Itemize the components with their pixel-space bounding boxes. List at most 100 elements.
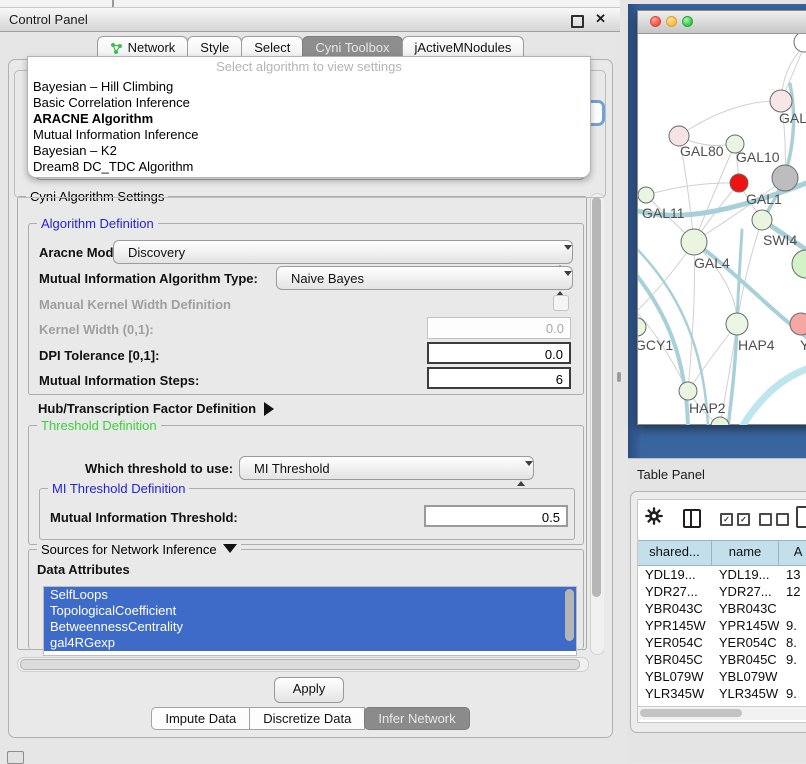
close-traffic-light-icon[interactable] xyxy=(650,16,661,27)
algorithm-option[interactable]: Mutual Information Inference xyxy=(28,127,590,143)
network-node[interactable] xyxy=(681,229,707,255)
algorithm-option[interactable]: Dream8 DC_TDC Algorithm xyxy=(28,159,590,175)
table-cell: YLR345W xyxy=(712,685,779,702)
mi-algorithm-type-value: Naive Bayes xyxy=(291,271,364,286)
node-label: Y xyxy=(800,337,806,353)
network-tab-icon xyxy=(110,42,123,55)
network-node[interactable] xyxy=(772,165,798,191)
network-node[interactable] xyxy=(638,187,654,203)
table-row[interactable]: YBR045CYBR045C9. xyxy=(638,651,806,668)
control-panel-titlebar: Control Panel ✕ xyxy=(0,8,620,32)
column-header[interactable]: A xyxy=(779,541,806,565)
table-row[interactable]: YDR27...YDR27...12 xyxy=(638,583,806,600)
attribute-item[interactable]: BetweennessCentrality xyxy=(44,619,576,635)
attribute-item[interactable]: gal4RGexp xyxy=(44,635,576,651)
table-horizontal-scrollbar[interactable] xyxy=(638,706,806,720)
bottom-tab-discretize-data[interactable]: Discretize Data xyxy=(249,707,365,730)
table-row[interactable]: YBR043CYBR043C xyxy=(638,600,806,617)
column-header[interactable]: shared... xyxy=(638,541,712,565)
network-node[interactable] xyxy=(770,90,792,112)
split-divider-notch[interactable] xyxy=(112,0,114,7)
mi-steps-input[interactable]: 6 xyxy=(427,367,571,389)
table-row[interactable]: YBL079WYBL079W xyxy=(638,668,806,685)
settings-horizontal-scrollbar[interactable] xyxy=(17,657,589,672)
table-cell: 9 xyxy=(779,702,806,704)
network-node[interactable] xyxy=(726,313,748,335)
select-all-checkboxes-icon[interactable]: ✓✓ xyxy=(720,513,750,526)
algorithm-option[interactable]: Basic Correlation Inference xyxy=(28,95,590,111)
network-view-window: GALGAL80GAL10GAL1GAL11SWI4GAL4GCY1HAP4YH… xyxy=(637,10,806,425)
network-node[interactable] xyxy=(752,210,772,230)
mi-threshold-group: MI Threshold Definition Mutual Informati… xyxy=(39,488,575,540)
table-row[interactable]: YPR145WYPR145W9. xyxy=(638,617,806,634)
attribute-item[interactable]: SelfLoops xyxy=(44,587,576,603)
threshold-definition-group: Threshold Definition Which threshold to … xyxy=(28,425,584,545)
mi-threshold-input[interactable]: 0.5 xyxy=(424,505,568,527)
splitpane-handle[interactable] xyxy=(617,372,621,382)
which-threshold-combobox[interactable]: MI Threshold xyxy=(239,456,534,480)
sources-title[interactable]: Sources for Network Inference xyxy=(37,542,241,557)
algorithm-option[interactable]: Bayesian – K2 xyxy=(28,143,590,159)
bottom-tab-infer-network[interactable]: Infer Network xyxy=(364,707,469,730)
table-cell: YBR043C xyxy=(712,600,779,617)
minimized-panel-icon[interactable] xyxy=(7,751,24,764)
mi-threshold-label: Mutual Information Threshold: xyxy=(50,510,238,525)
network-canvas[interactable]: GALGAL80GAL10GAL1GAL11SWI4GAL4GCY1HAP4YH… xyxy=(638,34,806,425)
network-node[interactable] xyxy=(730,174,748,192)
table-row[interactable]: YLR345WYLR345W9. xyxy=(638,685,806,702)
mi-algorithm-type-combobox[interactable]: Naive Bayes xyxy=(276,266,573,290)
scrollbar-thumb[interactable] xyxy=(20,659,580,670)
scrollbar-thumb[interactable] xyxy=(640,709,742,717)
node-label: HAP4 xyxy=(738,337,775,353)
table-cell: YDL19... xyxy=(712,566,779,583)
minimize-traffic-light-icon[interactable] xyxy=(666,16,677,27)
apply-button[interactable]: Apply xyxy=(274,677,344,703)
float-window-icon[interactable] xyxy=(571,15,584,28)
algorithm-option[interactable]: Bayesian – Hill Climbing xyxy=(28,79,590,95)
table-cell: 9. xyxy=(779,617,806,634)
table-row[interactable]: YJL052CYJL052C9 xyxy=(638,702,806,704)
settings-vertical-scrollbar[interactable] xyxy=(590,193,604,655)
dpi-tolerance-input[interactable]: 0.0 xyxy=(427,342,571,364)
manual-kernel-width-checkbox[interactable] xyxy=(553,295,569,311)
network-node[interactable] xyxy=(794,34,806,52)
network-node[interactable] xyxy=(790,313,806,335)
document-icon[interactable] xyxy=(796,506,806,528)
content-frame: galFiltered.sif default node Select algo… xyxy=(8,59,613,738)
column-header[interactable]: name xyxy=(712,541,779,565)
table-cell: YDL19... xyxy=(638,566,712,583)
columns-icon[interactable] xyxy=(683,509,701,528)
node-label: GAL11 xyxy=(642,205,685,221)
table-header: shared...nameA xyxy=(638,540,806,566)
kernel-width-input[interactable]: 0.0 xyxy=(427,317,571,339)
data-attributes-list[interactable]: SelfLoopsTopologicalCoefficientBetweenne… xyxy=(43,586,577,656)
algorithm-option[interactable]: ARACNE Algorithm xyxy=(28,111,590,127)
threshold-definition-title: Threshold Definition xyxy=(37,418,161,433)
close-icon[interactable]: ✕ xyxy=(595,11,606,27)
network-node[interactable] xyxy=(711,417,729,425)
unselect-all-checkboxes-icon[interactable] xyxy=(759,513,789,526)
attribute-item[interactable]: TopologicalCoefficient xyxy=(44,603,576,619)
network-node[interactable] xyxy=(792,250,806,278)
combo-spinner-icon xyxy=(517,462,525,486)
hub-definition-toggle[interactable]: Hub/Transcription Factor Definition xyxy=(38,401,274,416)
network-node[interactable] xyxy=(679,382,697,400)
scrollbar-thumb[interactable] xyxy=(592,197,601,597)
network-node[interactable] xyxy=(638,318,646,336)
table-cell xyxy=(779,668,806,685)
bottom-tab-impute-data[interactable]: Impute Data xyxy=(151,707,250,730)
window-top-strip xyxy=(0,0,620,8)
expanded-arrow-icon xyxy=(223,544,237,553)
table-row[interactable]: YDL19...YDL19...13 xyxy=(638,566,806,583)
table-cell: 8. xyxy=(779,634,806,651)
gear-icon[interactable] xyxy=(645,507,663,525)
aracne-mode-combobox[interactable]: Discovery xyxy=(113,240,573,264)
network-window-titlebar[interactable] xyxy=(638,11,806,34)
cyni-settings-scrollpane: Cyni Algorithm Settings Algorithm Defini… xyxy=(14,191,604,673)
attributes-scrollbar[interactable] xyxy=(565,589,574,641)
table-cell: YER054C xyxy=(712,634,779,651)
table-cell: YJL052C xyxy=(712,702,779,704)
zoom-traffic-light-icon[interactable] xyxy=(682,16,693,27)
table-row[interactable]: YER054CYER054C8. xyxy=(638,634,806,651)
dropdown-placeholder: Select algorithm to view settings xyxy=(28,57,590,77)
